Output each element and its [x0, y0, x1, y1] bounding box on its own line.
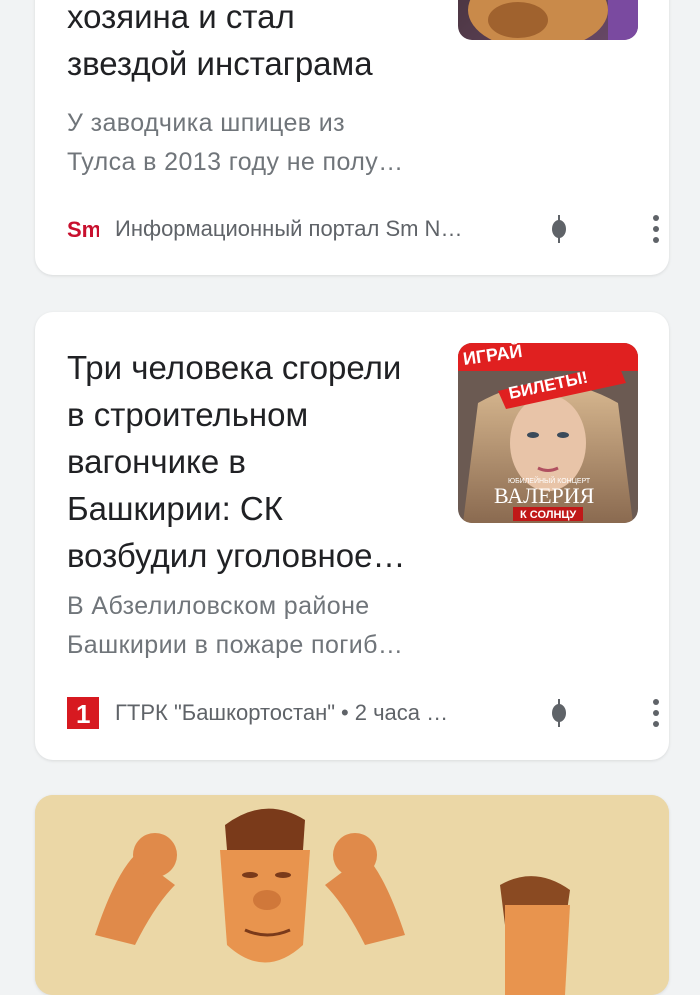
news-card[interactable]: Три человека сгорели в строительном ваго…	[35, 312, 669, 760]
news-source-row: 1 ГТРК "Башкортостан" • 2 часа …	[67, 693, 669, 733]
source-name[interactable]: ГТРК "Башкортостан"	[115, 700, 335, 726]
sm-logo-icon: Sm	[67, 213, 99, 245]
publish-time: 2 часа …	[354, 700, 449, 725]
more-options-icon[interactable]	[644, 213, 668, 245]
svg-text:Sm: Sm	[67, 217, 99, 241]
follow-source-icon[interactable]	[547, 697, 571, 729]
snippet-line: У заводчика шпицев из	[67, 109, 346, 137]
title-line: хозяина и стал	[67, 0, 295, 35]
title-line: в строительном	[67, 396, 309, 433]
follow-source-icon[interactable]	[547, 213, 571, 245]
title-line: Три человека сгорели	[67, 349, 402, 386]
snippet-line: Башкирии в пожаре погиб…	[67, 631, 404, 659]
svg-text:1: 1	[76, 699, 90, 729]
cartoon-illustration-image	[35, 795, 669, 995]
separator-dot: •	[341, 700, 349, 725]
title-line: вагончике в	[67, 443, 246, 480]
news-title[interactable]: хозяина и стал звездой инстаграма	[67, 0, 373, 87]
news-card[interactable]: хозяина и стал звездой инстаграма У заво…	[35, 0, 669, 275]
news-title[interactable]: Три человека сгорели в строительном ваго…	[67, 344, 405, 579]
news-card-image[interactable]	[35, 795, 669, 995]
svg-text:ВАЛЕРИЯ: ВАЛЕРИЯ	[494, 483, 595, 508]
source-name[interactable]: Информационный портал Sm N…	[115, 216, 462, 242]
snippet-line: Тулса в 2013 году не полу…	[67, 148, 404, 176]
news-thumbnail[interactable]: ИГРАЙ БИЛЕТЫ! ЮБИЛЕЙНЫЙ КОНЦЕРТ ВАЛЕРИЯ …	[458, 343, 638, 523]
title-line: звездой инстаграма	[67, 45, 373, 82]
channel-one-logo-icon: 1	[67, 697, 99, 729]
title-line: возбудил уголовное…	[67, 537, 406, 574]
title-line: Башкирии: СК	[67, 490, 283, 527]
news-thumbnail[interactable]	[458, 0, 638, 40]
concert-poster-image: ИГРАЙ БИЛЕТЫ! ЮБИЛЕЙНЫЙ КОНЦЕРТ ВАЛЕРИЯ …	[458, 343, 638, 523]
more-options-icon[interactable]	[644, 697, 668, 729]
snippet-line: В Абзелиловском районе	[67, 592, 370, 620]
svg-text:К СОЛНЦУ: К СОЛНЦУ	[520, 509, 576, 521]
news-source-row: Sm Информационный портал Sm N…	[67, 209, 669, 249]
news-snippet: У заводчика шпицев из Тулса в 2013 году …	[67, 104, 404, 182]
news-snippet: В Абзелиловском районе Башкирии в пожаре…	[67, 587, 403, 665]
dog-photo	[458, 0, 638, 40]
